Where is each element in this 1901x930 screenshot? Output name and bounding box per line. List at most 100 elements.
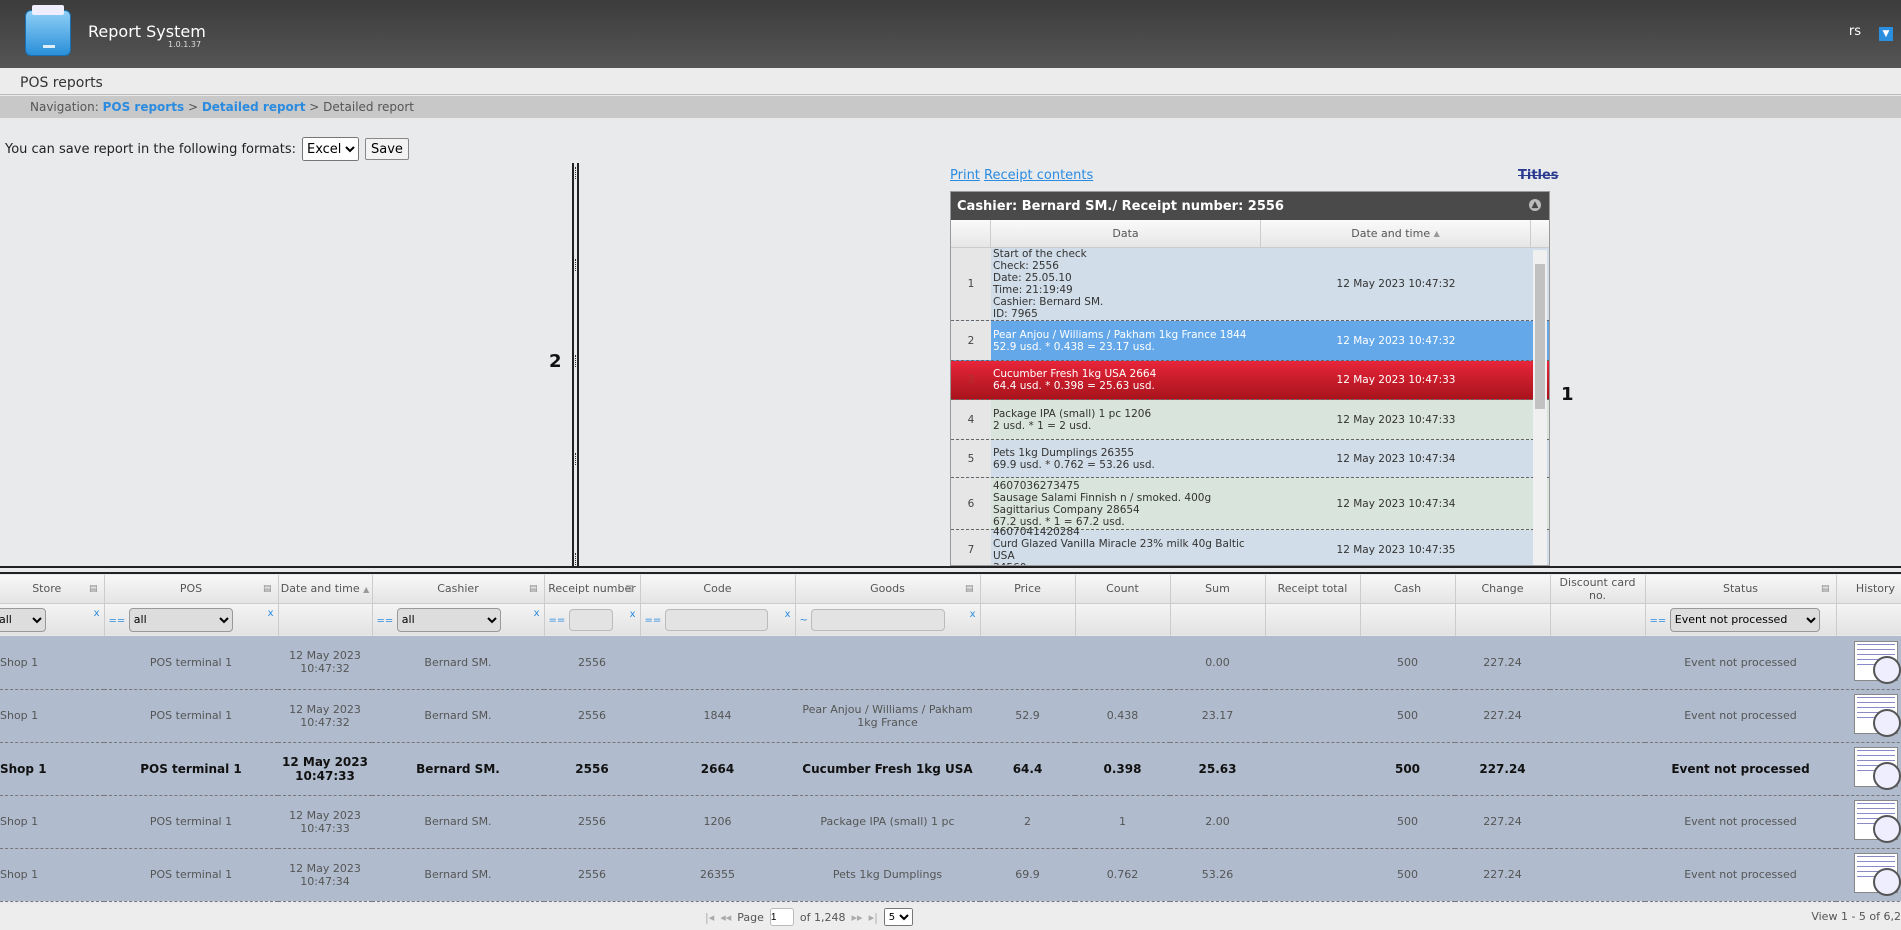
print-link[interactable]: Print	[950, 168, 980, 183]
receipt-row[interactable]: 2 Pear Anjou / Williams / Pakham 1kg Fran…	[951, 321, 1549, 361]
operator[interactable]: ==	[549, 615, 566, 626]
operator[interactable]: ==	[377, 615, 394, 626]
breadcrumb-detailed-report[interactable]: Detailed report	[202, 100, 306, 114]
column-header-sum[interactable]: Sum	[1170, 575, 1266, 604]
column-menu-icon[interactable]: ▤	[965, 584, 974, 594]
rows-per-page-select[interactable]: 5	[883, 908, 913, 926]
receipt-scrollbar[interactable]	[1533, 250, 1547, 565]
column-header-code[interactable]: Code	[640, 575, 796, 604]
history-icon[interactable]	[1853, 640, 1901, 684]
status-filter-select[interactable]: Event not processed	[1669, 607, 1820, 632]
history-icon[interactable]	[1853, 853, 1901, 896]
last-page-icon[interactable]: ▸|	[869, 911, 878, 924]
cell-count	[1075, 636, 1170, 690]
cell-cashier: Bernard SM.	[372, 636, 544, 690]
table-row[interactable]: Shop 1 POS terminal 1 12 May 2023 10:47:33…	[0, 742, 1901, 796]
column-header-price[interactable]: Price	[980, 575, 1076, 604]
cell-count: 0.762	[1075, 848, 1170, 902]
cell-receipt-number: 2556	[544, 795, 640, 849]
clear-receipt-filter[interactable]: x	[630, 609, 636, 620]
column-menu-icon[interactable]: ▤	[89, 584, 98, 594]
table-row[interactable]: Shop 1 POS terminal 1 12 May 2023 10:47:34…	[0, 848, 1901, 902]
receipt-row[interactable]: 7 4607041420284 Curd Glazed Vanilla Mirac…	[951, 526, 1549, 565]
user-name[interactable]: rs	[1849, 24, 1861, 39]
user-menu-chevron-icon[interactable]: ▼	[1879, 27, 1893, 41]
clear-goods-filter[interactable]: x	[970, 609, 976, 620]
column-header-date[interactable]: Date and time ▲	[1261, 220, 1531, 247]
receipt-row[interactable]: 1 Start of the check Check: 2556 Date: 25…	[951, 248, 1549, 321]
receipt-row[interactable]: 4 Package IPA (small) 1 pc 1206 2 usd. * …	[951, 400, 1549, 440]
section-title: POS reports	[0, 68, 1901, 95]
column-header-receipt-number[interactable]: Receipt number ▤	[544, 575, 641, 604]
receipt-row[interactable]: 5 Pets 1kg Dumplings 26355 69.9 usd. * 0.…	[951, 440, 1549, 478]
filter-pos: == all x	[104, 603, 279, 636]
table-row[interactable]: Shop 1 POS terminal 1 12 May 2023 10:47:32…	[0, 636, 1901, 690]
receipt-row[interactable]: 3 Cucumber Fresh 1kg USA 2664 64.4 usd. *…	[951, 361, 1549, 400]
breadcrumb-pos-reports[interactable]: POS reports	[103, 100, 185, 114]
cell-date-and-time: 12 May 2023 10:47:32	[278, 689, 372, 743]
history-icon[interactable]	[1853, 800, 1901, 843]
clear-store-filter[interactable]: x	[94, 608, 100, 619]
column-menu-icon[interactable]: ▤	[263, 584, 272, 594]
collapse-icon[interactable]: ▲	[1529, 199, 1541, 211]
cell-cashier: Bernard SM.	[372, 742, 544, 796]
column-menu-icon[interactable]: ▤	[625, 584, 634, 594]
app-version: 1.0.1.37	[168, 40, 202, 49]
column-header-history[interactable]: History	[1836, 575, 1901, 604]
first-page-icon[interactable]: |◂	[705, 911, 714, 924]
scrollbar-thumb[interactable]	[1535, 264, 1545, 409]
goods-filter-input[interactable]	[811, 608, 946, 631]
horizontal-splitter[interactable]	[0, 566, 1901, 574]
cell-code: 2664	[640, 742, 795, 796]
operator[interactable]: ==	[109, 615, 126, 626]
sort-icon: ▲	[1433, 229, 1440, 238]
receipt-links: Print Receipt contents	[950, 168, 1093, 183]
column-header-discount-card-no-[interactable]: Discount card no.	[1550, 575, 1646, 604]
clear-cashier-filter[interactable]: x	[534, 608, 540, 619]
column-menu-icon[interactable]: ▤	[1821, 584, 1830, 594]
column-header-date-and-time[interactable]: Date and time ▲	[278, 575, 373, 604]
prev-page-icon[interactable]: ◂◂	[720, 911, 731, 924]
cashier-filter-select[interactable]: all	[396, 607, 501, 632]
column-header-receipt-total[interactable]: Receipt total	[1265, 575, 1361, 604]
cell-price	[980, 636, 1075, 690]
page-input[interactable]	[769, 908, 794, 926]
vertical-splitter[interactable]	[572, 163, 579, 566]
receipt-rows: 1 Start of the check Check: 2556 Date: 25…	[951, 248, 1549, 565]
format-select[interactable]: Excel	[301, 137, 359, 161]
save-button[interactable]: Save	[364, 138, 409, 160]
titles-toggle[interactable]: Titles	[1518, 168, 1559, 183]
column-header-change[interactable]: Change	[1455, 575, 1551, 604]
column-header-cash[interactable]: Cash	[1360, 575, 1456, 604]
cell-goods: Pets 1kg Dumplings	[795, 848, 980, 902]
next-page-icon[interactable]: ▸▸	[852, 911, 863, 924]
receipt-row[interactable]: 6 4607036273475 Sausage Salami Finnish n …	[951, 478, 1549, 530]
column-header-store[interactable]: Store ▤	[0, 575, 105, 604]
operator[interactable]: ==	[1650, 615, 1667, 626]
receipt-contents-link[interactable]: Receipt contents	[984, 168, 1093, 183]
cell-store: Shop 1	[0, 795, 104, 849]
store-filter-select[interactable]: all	[0, 607, 46, 632]
column-menu-icon[interactable]: ▤	[529, 584, 538, 594]
table-row[interactable]: Shop 1 POS terminal 1 12 May 2023 10:47:32…	[0, 689, 1901, 743]
clear-code-filter[interactable]: x	[785, 609, 791, 620]
code-filter-input[interactable]	[664, 608, 768, 631]
receipt-filter-input[interactable]	[568, 608, 613, 631]
column-header-goods[interactable]: Goods ▤	[795, 575, 981, 604]
column-header-cashier[interactable]: Cashier ▤	[372, 575, 545, 604]
column-header-data[interactable]: Data	[991, 220, 1261, 247]
clear-pos-filter[interactable]: x	[268, 608, 274, 619]
cell-status: Event not processed	[1645, 795, 1836, 849]
cell-sum: 53.26	[1170, 848, 1265, 902]
column-header-pos[interactable]: POS ▤	[104, 575, 279, 604]
column-header-status[interactable]: Status ▤	[1645, 575, 1837, 604]
cell-cash: 500	[1360, 636, 1455, 690]
operator[interactable]: ~	[800, 615, 808, 626]
column-header-count[interactable]: Count	[1075, 575, 1171, 604]
history-icon[interactable]	[1853, 694, 1901, 737]
history-icon[interactable]	[1853, 747, 1901, 790]
operator[interactable]: ==	[645, 615, 662, 626]
table-row[interactable]: Shop 1 POS terminal 1 12 May 2023 10:47:33…	[0, 795, 1901, 849]
pos-filter-select[interactable]: all	[128, 607, 233, 632]
receipt-row-time: 12 May 2023 10:47:32	[1336, 334, 1456, 347]
